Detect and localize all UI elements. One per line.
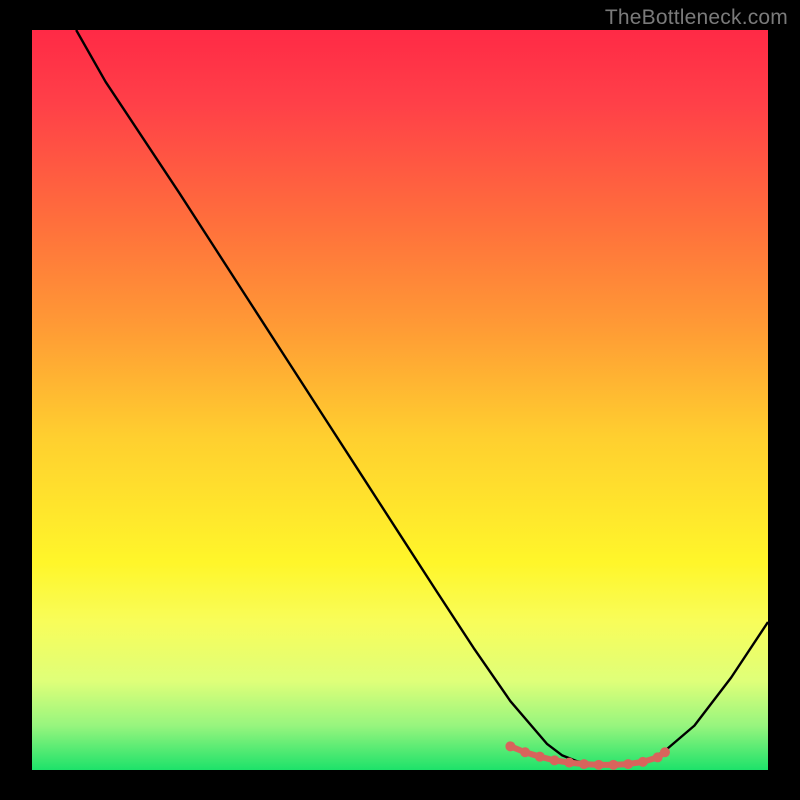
watermark-text: TheBottleneck.com (605, 6, 788, 30)
highlight-dot (623, 759, 633, 769)
highlight-dot (520, 747, 530, 757)
highlight-dot (638, 757, 648, 767)
highlight-dot (550, 755, 560, 765)
chart-frame: TheBottleneck.com (0, 0, 800, 800)
curve-line (76, 30, 768, 766)
highlight-dot (505, 741, 515, 751)
highlight-dot (535, 752, 545, 762)
plot-area (32, 30, 768, 770)
highlight-dot (608, 760, 618, 770)
highlight-dot (660, 747, 670, 757)
highlight-dot (579, 759, 589, 769)
highlight-segment (505, 741, 670, 770)
highlight-dot (594, 760, 604, 770)
chart-svg (32, 30, 768, 770)
highlight-dot (564, 758, 574, 768)
curve-path (76, 30, 768, 766)
